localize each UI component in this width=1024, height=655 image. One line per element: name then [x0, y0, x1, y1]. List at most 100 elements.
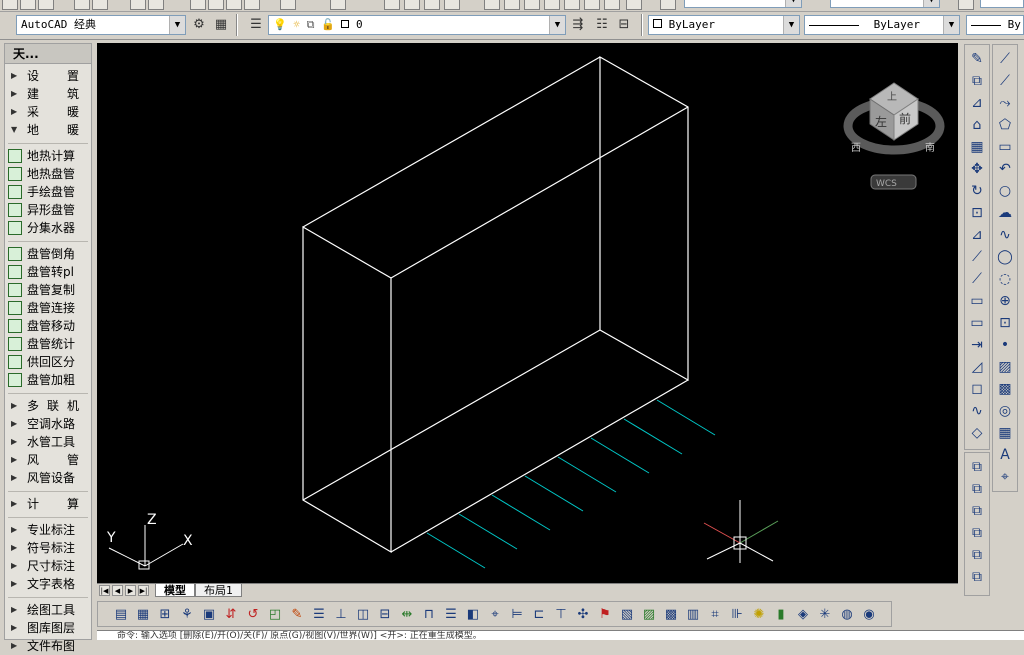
modify-tool-icon[interactable]: ⌂: [967, 115, 987, 135]
toolpalette-icon[interactable]: [524, 0, 540, 10]
tangent-tool-icon[interactable]: ▧: [618, 606, 636, 624]
menu-category[interactable]: ▶ 绘图工具: [5, 601, 91, 619]
menu-category[interactable]: ▶ 空调水路: [5, 415, 91, 433]
modify-tool-icon[interactable]: ⟋: [967, 269, 987, 289]
menu-category[interactable]: ▶ 尺寸标注: [5, 557, 91, 575]
modify-tool-icon[interactable]: ↻: [967, 181, 987, 201]
workspace-toolbar-icon[interactable]: ▦: [211, 15, 231, 35]
linetype-combo[interactable]: ByLayer ▼: [804, 15, 960, 35]
mleaderstyle-combo[interactable]: [980, 0, 1024, 8]
draw-tool-icon[interactable]: ▩: [995, 379, 1015, 399]
tangent-tool-icon[interactable]: ⊥: [332, 606, 350, 624]
draw-tool-icon[interactable]: ◎: [995, 401, 1015, 421]
draw-tool-icon[interactable]: A: [995, 445, 1015, 465]
zoom-realtime-icon[interactable]: [404, 0, 420, 10]
zoom-window-icon[interactable]: [424, 0, 440, 10]
modify-tool-icon[interactable]: ⧉: [967, 71, 987, 91]
draw-tool-icon[interactable]: •: [995, 335, 1015, 355]
tangent-tool-icon[interactable]: ↺: [244, 606, 262, 624]
paste-icon[interactable]: [226, 0, 242, 10]
save-icon[interactable]: [38, 0, 54, 10]
print-icon[interactable]: [74, 0, 90, 10]
gear-icon[interactable]: ⚙: [189, 15, 209, 35]
tangent-tool-icon[interactable]: ▥: [684, 606, 702, 624]
dimstyle-combo[interactable]: ▼: [684, 0, 802, 8]
color-combo[interactable]: ByLayer ▼: [648, 15, 800, 35]
modify-tool-icon[interactable]: ⇥: [967, 335, 987, 355]
tangent-tool-icon[interactable]: ⇹: [398, 606, 416, 624]
draw-tool-icon[interactable]: ◌: [995, 269, 1015, 289]
menu-category[interactable]: ▶ 符号标注: [5, 539, 91, 557]
first-tab-icon[interactable]: |◀: [99, 585, 110, 596]
tangent-tool-icon[interactable]: ▩: [662, 606, 680, 624]
tangent-tool-icon[interactable]: ⊏: [530, 606, 548, 624]
lineweight-combo[interactable]: By: [966, 15, 1024, 35]
modify-tool-icon[interactable]: ▭: [967, 291, 987, 311]
redo-icon[interactable]: [330, 0, 346, 10]
menu-category[interactable]: ▶ 图库图层: [5, 619, 91, 637]
tangent-tool-icon[interactable]: ▨: [640, 606, 658, 624]
matchprop-icon[interactable]: [244, 0, 260, 10]
textstyle-icon[interactable]: [660, 0, 676, 10]
tangent-tool-icon[interactable]: ⊪: [728, 606, 746, 624]
menu-category[interactable]: ▶ 采暖: [5, 103, 91, 121]
modify-tool-icon[interactable]: ⊡: [967, 203, 987, 223]
tangent-tool-icon[interactable]: ◰: [266, 606, 284, 624]
menu-category[interactable]: ▶ 文字表格: [5, 575, 91, 593]
zoom-previous-icon[interactable]: [444, 0, 460, 10]
draw-tool-icon[interactable]: ⬠: [995, 115, 1015, 135]
draw-tool-icon[interactable]: ▨: [995, 357, 1015, 377]
tangent-tool-icon[interactable]: ⊤: [552, 606, 570, 624]
draw-tool-icon[interactable]: ⤳: [995, 93, 1015, 113]
tangent-tool-icon[interactable]: ◉: [860, 606, 878, 624]
tangent-tool-icon[interactable]: ⇵: [222, 606, 240, 624]
dwgconvert-icon[interactable]: [626, 0, 642, 10]
modify-tool-icon[interactable]: ◿: [967, 357, 987, 377]
open-icon[interactable]: [20, 0, 36, 10]
draworder-tool-icon[interactable]: ⧉: [967, 501, 987, 521]
tablestyle-combo[interactable]: ▼: [830, 0, 940, 8]
designcenter-icon[interactable]: [504, 0, 520, 10]
make-current-layer-icon[interactable]: ⇶: [568, 15, 588, 35]
draworder-tool-icon[interactable]: ⧉: [967, 523, 987, 543]
cut-icon[interactable]: [190, 0, 206, 10]
modify-tool-icon[interactable]: ✥: [967, 159, 987, 179]
tangent-tool-icon[interactable]: ⚑: [596, 606, 614, 624]
tangent-tool-icon[interactable]: ⊨: [508, 606, 526, 624]
tangent-tool-icon[interactable]: ▦: [134, 606, 152, 624]
wcs-label[interactable]: WCS: [876, 179, 897, 189]
tangent-tool-icon[interactable]: ⚘: [178, 606, 196, 624]
command-line[interactable]: 命令: 输入选项 [删除(E)/开(O)/关(F)/ 原点(G)/视图(V)/世…: [97, 630, 1024, 640]
tangent-tool-icon[interactable]: ✣: [574, 606, 592, 624]
menu-category[interactable]: ▶ 计算: [5, 495, 91, 513]
draw-tool-icon[interactable]: ⌖: [995, 467, 1015, 487]
modify-tool-icon[interactable]: ⟋: [967, 247, 987, 267]
tangent-tool-icon[interactable]: ⌗: [706, 606, 724, 624]
draw-tool-icon[interactable]: ○: [995, 181, 1015, 201]
pan-icon[interactable]: [384, 0, 400, 10]
draw-tool-icon[interactable]: ⊡: [995, 313, 1015, 333]
tangent-tool-icon[interactable]: ◈: [794, 606, 812, 624]
sheetset-icon[interactable]: [544, 0, 560, 10]
draworder-tool-icon[interactable]: ⧉: [967, 457, 987, 477]
menu-category[interactable]: ▼ 地暖: [5, 121, 91, 139]
preview-icon[interactable]: [92, 0, 108, 10]
tangent-tool-icon[interactable]: ◫: [354, 606, 372, 624]
menu-category[interactable]: ▶ 风管设备: [5, 469, 91, 487]
draw-tool-icon[interactable]: ↶: [995, 159, 1015, 179]
draworder-tool-icon[interactable]: ⧉: [967, 545, 987, 565]
menu-item[interactable]: 盘管统计: [5, 335, 91, 353]
model-space-drawing[interactable]: Y Z X 上 左 前 西 南 WCS: [97, 43, 958, 583]
drawing-canvas[interactable]: Y Z X 上 左 前 西 南 WCS: [97, 43, 958, 583]
modify-tool-icon[interactable]: ◻: [967, 379, 987, 399]
menu-item[interactable]: 盘管倒角: [5, 245, 91, 263]
tangent-tool-icon[interactable]: ▣: [200, 606, 218, 624]
tab-model[interactable]: 模型: [155, 584, 195, 597]
menu-category[interactable]: ▶ 建筑: [5, 85, 91, 103]
tangent-tool-icon[interactable]: ☰: [442, 606, 460, 624]
draworder-tool-icon[interactable]: ⧉: [967, 567, 987, 587]
tangent-tool-icon[interactable]: ▮: [772, 606, 790, 624]
draworder-tool-icon[interactable]: ⧉: [967, 479, 987, 499]
last-tab-icon[interactable]: ▶|: [138, 585, 149, 596]
viewcube[interactable]: 上 左 前 西 南 WCS: [843, 82, 945, 190]
